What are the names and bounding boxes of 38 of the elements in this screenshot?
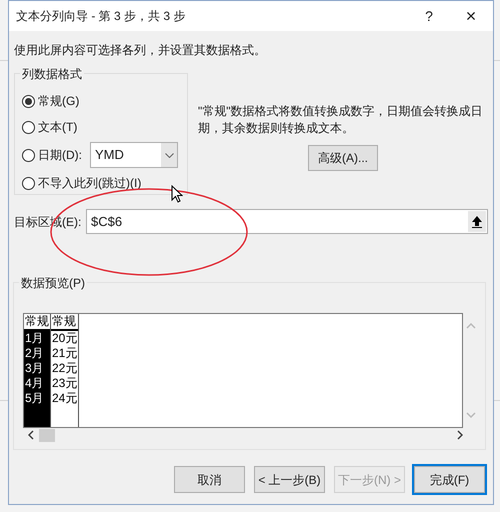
mouse-pointer-icon	[171, 185, 183, 203]
column-header[interactable]: 常规	[51, 314, 78, 331]
table-cell: 22元	[51, 361, 78, 376]
dialog-button[interactable]: < 上一步(B)	[254, 466, 325, 493]
group-title: 列数据格式	[20, 65, 84, 83]
scrollbar-thumb[interactable]	[39, 428, 55, 442]
group-title: 数据预览(P)	[19, 274, 87, 292]
table-cell: 24元	[51, 391, 78, 406]
scroll-left-icon[interactable]	[28, 430, 34, 440]
radio-option[interactable]: 文本(T)	[22, 118, 78, 136]
dialog-button[interactable]: 完成(F)	[414, 466, 485, 493]
advanced-button[interactable]: 高级(A)...	[308, 145, 378, 171]
preview-column[interactable]: 常规 1月 2月 3月 4月 5月	[24, 314, 51, 427]
column-header[interactable]: 常规	[24, 314, 50, 331]
table-cell: 21元	[51, 346, 78, 361]
destination-field[interactable]: $C$6	[86, 209, 488, 234]
preview-column[interactable]: 常规 20元 21元 22元 23元 24元	[51, 314, 80, 427]
description-text: "常规"数据格式将数值转换成数字，日期值会转换成日期，其余数据则转换成文本。	[198, 103, 483, 137]
table-cell: 23元	[51, 376, 78, 391]
table-cell: 2月	[24, 346, 45, 361]
scroll-right-icon[interactable]	[457, 430, 463, 440]
dialog-button[interactable]: 取消	[174, 466, 245, 493]
radio-option[interactable]: 日期(D):	[22, 146, 82, 164]
table-cell: 1月	[24, 331, 45, 346]
instruction-text: 使用此屏内容可选择各列，并设置其数据格式。	[14, 42, 266, 59]
collapse-dialog-button[interactable]	[468, 211, 486, 232]
chevron-down-icon	[164, 152, 174, 158]
table-cell: 5月	[24, 391, 45, 406]
radio-option[interactable]: 不导入此列(跳过)(I)	[22, 174, 142, 192]
window-title: 文本分列向导 - 第 3 步，共 3 步	[16, 8, 186, 25]
close-button[interactable]: ×	[456, 2, 486, 30]
help-button[interactable]: ?	[414, 6, 444, 26]
table-cell: 3月	[24, 361, 45, 376]
date-format-dropdown[interactable]: YMD	[90, 142, 178, 168]
radio-option[interactable]: 常规(G)	[22, 92, 80, 110]
table-cell: 20元	[51, 331, 78, 346]
upload-arrow-icon	[472, 216, 482, 228]
table-cell: 4月	[24, 376, 45, 391]
